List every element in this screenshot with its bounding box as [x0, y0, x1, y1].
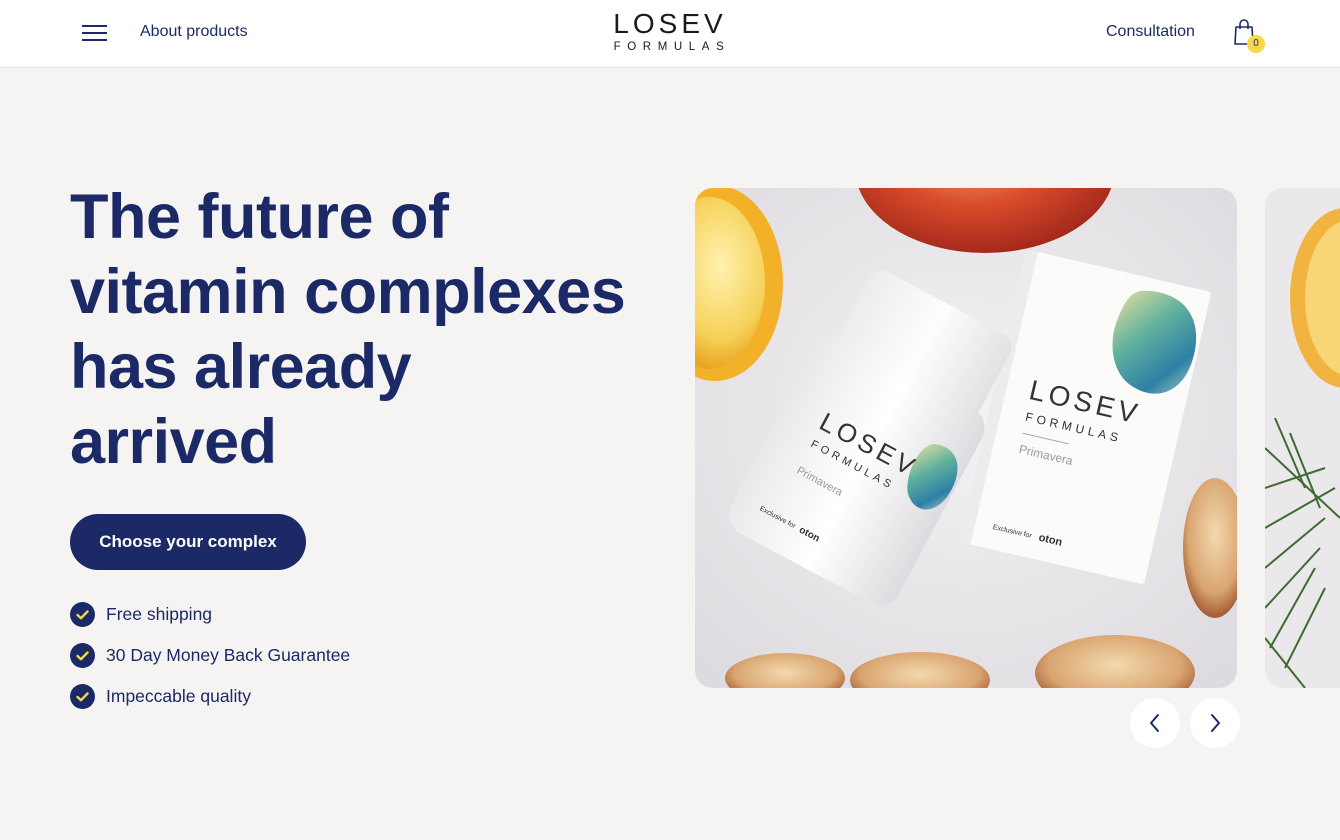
feature-label: Impeccable quality [106, 686, 251, 706]
cart-button[interactable]: 0 [1232, 18, 1266, 54]
nav-consultation[interactable]: Consultation [1106, 23, 1195, 41]
logo-wordmark: LOSEV [613, 8, 727, 39]
next-slide-photo [1265, 188, 1340, 688]
chevron-right-icon [1211, 714, 1220, 732]
feature-label: 30 Day Money Back Guarantee [106, 645, 351, 665]
feature-list: Free shipping 30 Day Money Back Guarante… [70, 594, 350, 717]
hero-headline: The future of vitamin complexes has alre… [70, 182, 626, 477]
brand-logo[interactable]: LOSEV FORMULAS [603, 9, 737, 57]
chevron-left-icon [1150, 714, 1159, 732]
check-circle-icon [70, 684, 95, 709]
choose-complex-button[interactable]: Choose your complex [70, 514, 306, 570]
feature-item: Free shipping [70, 594, 350, 635]
feature-label: Free shipping [106, 604, 213, 624]
site-header: About products LOSEV FORMULAS Consultati… [0, 0, 1340, 68]
check-circle-icon [70, 643, 95, 668]
product-photo: LOSEV FORMULAS Primavera Exclusive for o… [695, 188, 1237, 688]
nav-about-products[interactable]: About products [140, 23, 248, 41]
feature-item: Impeccable quality [70, 676, 350, 717]
carousel-slide-product-photo[interactable]: LOSEV FORMULAS Primavera Exclusive for o… [695, 188, 1237, 688]
cart-count-badge: 0 [1247, 35, 1265, 53]
carousel-prev-button[interactable] [1130, 698, 1180, 748]
hamburger-icon[interactable] [82, 22, 108, 44]
check-circle-icon [70, 602, 95, 627]
carousel-slide-next[interactable] [1265, 188, 1340, 688]
logo-subtitle: FORMULAS [613, 41, 731, 53]
carousel-next-button[interactable] [1190, 698, 1240, 748]
feature-item: 30 Day Money Back Guarantee [70, 635, 350, 676]
